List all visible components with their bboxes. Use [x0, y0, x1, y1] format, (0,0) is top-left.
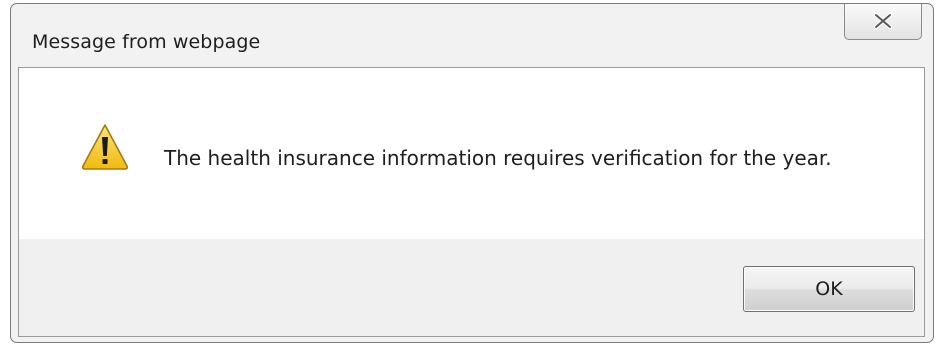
title-bar[interactable]: Message from webpage [11, 4, 933, 66]
dialog-content: The health insurance information require… [18, 67, 925, 337]
close-button[interactable] [844, 4, 922, 40]
message-text: The health insurance information require… [164, 146, 832, 170]
close-icon [874, 13, 892, 29]
message-dialog: Message from webpage The health insuranc… [10, 3, 934, 343]
ok-button[interactable]: OK [743, 266, 915, 312]
warning-icon [81, 124, 129, 170]
message-panel: The health insurance information require… [19, 68, 924, 239]
dialog-title: Message from webpage [32, 31, 261, 53]
